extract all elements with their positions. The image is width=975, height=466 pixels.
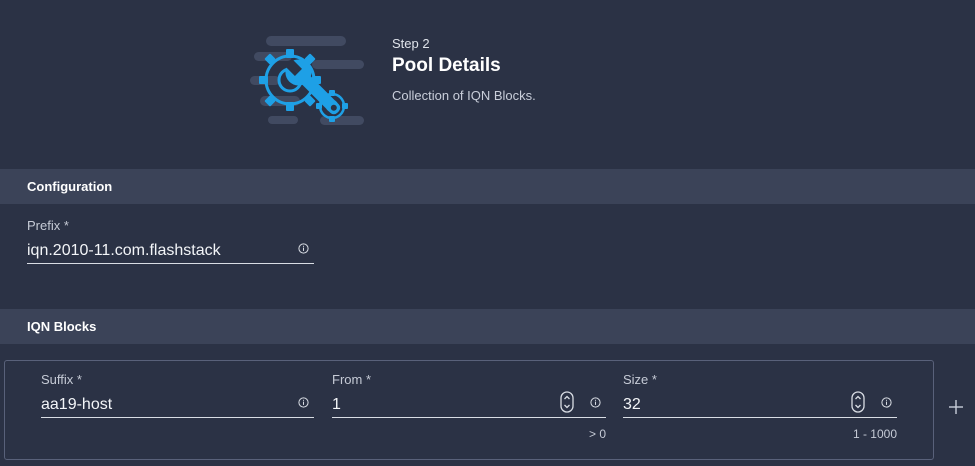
- add-block-plus-icon[interactable]: [946, 397, 966, 417]
- from-input[interactable]: 1: [332, 391, 606, 418]
- step-header-text: Step 2 Pool Details Collection of IQN Bl…: [392, 36, 536, 103]
- iqn-blocks-section-header: IQN Blocks: [0, 309, 975, 344]
- page-title: Pool Details: [392, 55, 501, 76]
- size-field: Size * 32 1 - 1000: [623, 372, 897, 441]
- page-subtitle: Collection of IQN Blocks.: [392, 88, 536, 103]
- suffix-label: Suffix *: [41, 372, 82, 387]
- gears-wrench-icon: [250, 36, 364, 125]
- step-number: Step 2: [392, 36, 430, 51]
- from-field: From * 1 > 0: [332, 372, 606, 441]
- from-label: From *: [332, 372, 371, 387]
- pool-details-page: Step 2 Pool Details Collection of IQN Bl…: [0, 0, 975, 466]
- size-hint: 1 - 1000: [852, 427, 897, 441]
- prefix-value: iqn.2010-11.com.flashstack: [27, 242, 221, 259]
- suffix-field: Suffix * aa19-host: [41, 372, 314, 418]
- size-label: Size *: [623, 372, 657, 387]
- configuration-section-header: Configuration: [0, 169, 975, 204]
- info-icon[interactable]: [881, 397, 892, 408]
- prefix-input[interactable]: iqn.2010-11.com.flashstack: [27, 239, 314, 264]
- stepper-icon[interactable]: [851, 391, 865, 413]
- from-hint: > 0: [588, 427, 606, 441]
- info-icon[interactable]: [298, 397, 309, 408]
- suffix-value: aa19-host: [41, 396, 113, 413]
- size-input[interactable]: 32: [623, 391, 897, 418]
- suffix-input[interactable]: aa19-host: [41, 393, 314, 418]
- prefix-label: Prefix *: [27, 218, 69, 233]
- step-header: Step 2 Pool Details Collection of IQN Bl…: [248, 30, 628, 140]
- prefix-field: Prefix * iqn.2010-11.com.flashstack: [27, 218, 314, 264]
- info-icon[interactable]: [590, 397, 601, 408]
- info-icon[interactable]: [298, 243, 309, 254]
- stepper-icon[interactable]: [560, 391, 574, 413]
